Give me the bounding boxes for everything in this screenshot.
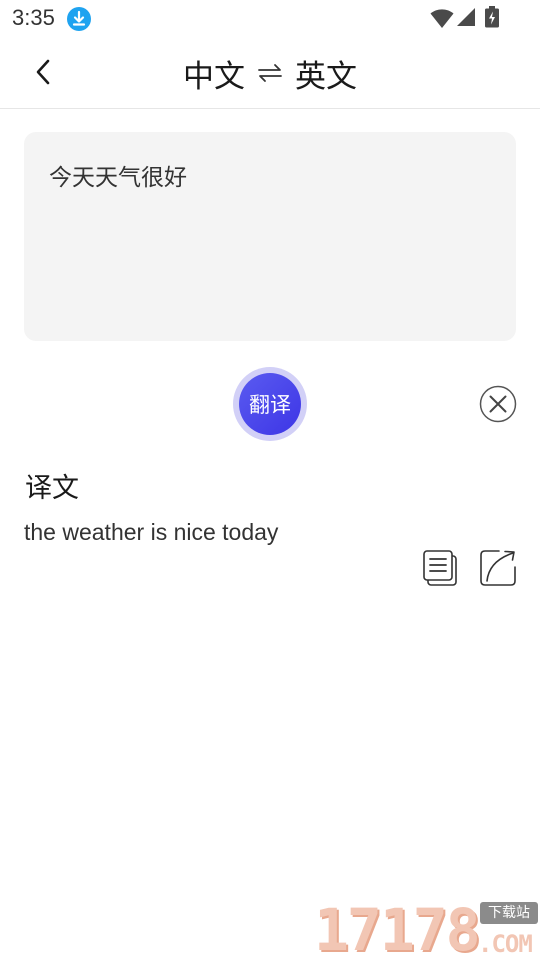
- watermark-domain: .COM: [478, 930, 533, 958]
- source-text-input[interactable]: 今天天气很好: [24, 132, 516, 341]
- signal-icon: [457, 8, 475, 26]
- status-time: 3:35: [12, 5, 55, 30]
- target-language[interactable]: 英文: [295, 51, 357, 96]
- close-circle-icon[interactable]: [479, 385, 517, 423]
- source-language[interactable]: 中文: [183, 51, 245, 96]
- battery-icon: [485, 6, 499, 28]
- copy-icon[interactable]: [422, 549, 460, 587]
- app-header: 中文 英文: [0, 38, 540, 109]
- translate-button[interactable]: 翻译: [233, 367, 307, 441]
- watermark-tag: 下载站: [480, 902, 538, 924]
- watermark-digits: 17178: [314, 896, 481, 964]
- download-icon: [67, 7, 91, 31]
- back-button[interactable]: [26, 52, 62, 92]
- result-title: 译文: [25, 473, 79, 504]
- wifi-icon: [430, 9, 454, 28]
- translate-button-label: 翻译: [239, 373, 301, 435]
- language-switcher: 中文 英文: [0, 38, 540, 108]
- chevron-left-icon: [36, 59, 50, 85]
- share-icon[interactable]: [479, 549, 517, 587]
- status-bar: 3:35: [0, 0, 540, 38]
- source-text: 今天天气很好: [49, 165, 187, 191]
- watermark-logo: 17178 下载站 .COM: [314, 900, 540, 960]
- translated-text: the weather is nice today: [24, 519, 279, 545]
- swap-arrows-icon[interactable]: [257, 60, 283, 86]
